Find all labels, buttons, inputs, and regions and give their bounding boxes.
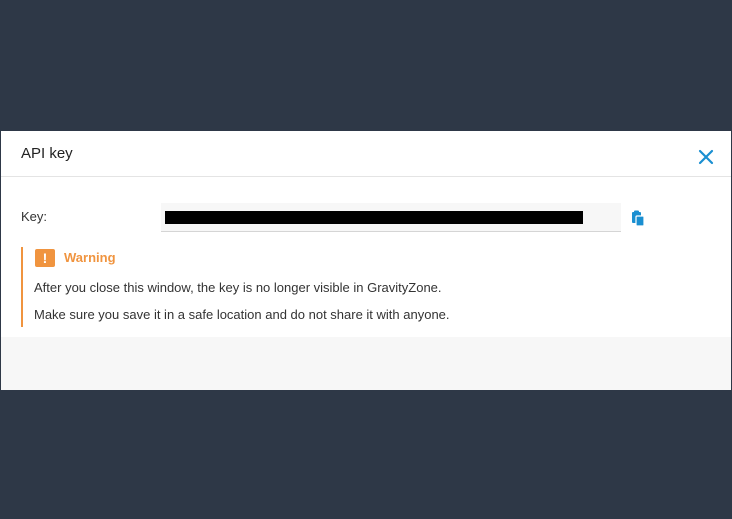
dialog-footer	[1, 337, 731, 390]
key-field[interactable]	[161, 203, 621, 232]
warning-icon: !	[35, 249, 55, 267]
key-label: Key:	[21, 209, 48, 224]
dialog-header: API key	[1, 131, 731, 177]
clipboard-copy-icon	[632, 210, 645, 227]
warning-message-line: Make sure you save it in a safe location…	[34, 307, 450, 322]
warning-box: ! Warning After you close this window, t…	[21, 247, 623, 327]
api-key-dialog: API key Key: ! Warning After you close t…	[1, 131, 731, 390]
warning-message-line: After you close this window, the key is …	[34, 280, 442, 295]
warning-title: Warning	[64, 250, 116, 265]
dialog-body: Key: ! Warning After you close this wind…	[1, 177, 731, 337]
dialog-title: API key	[21, 145, 73, 162]
copy-key-button[interactable]	[629, 209, 647, 227]
key-value-redacted[interactable]	[165, 211, 583, 224]
close-button[interactable]	[695, 146, 717, 168]
close-icon	[698, 149, 714, 165]
